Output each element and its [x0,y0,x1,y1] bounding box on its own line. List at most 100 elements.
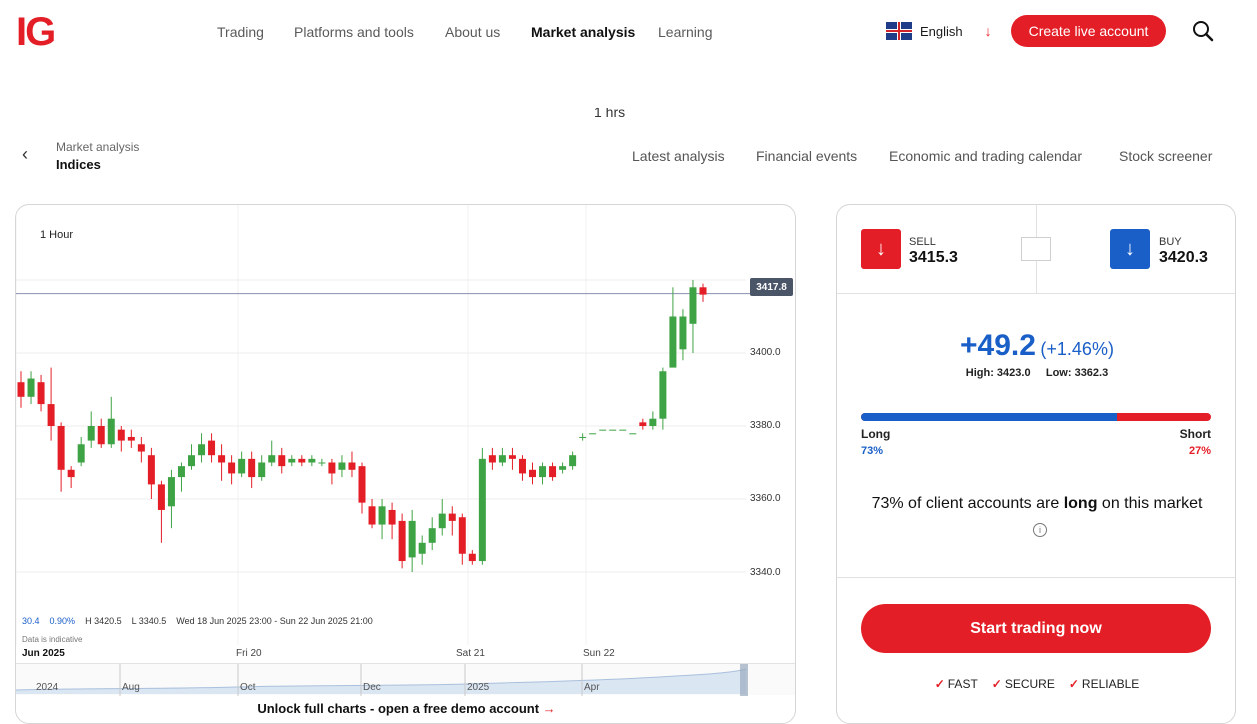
navigator-label: Dec [363,682,381,693]
candle-down [218,455,226,463]
candle-down [368,506,376,525]
short-label: Short [1179,427,1211,441]
sentiment-sentence: 73% of client accounts are long on this … [871,495,1203,537]
candle-up [77,444,85,463]
y-tick: 3340.0 [750,567,781,578]
x-label: Sat 21 [456,648,485,659]
sell-price: 3415.3 [909,249,958,266]
candle-up [378,506,386,525]
candle-down [398,520,406,562]
candle-up [318,462,326,464]
ig-logo[interactable]: IG [16,12,56,52]
deal-ticket: ↓ SELL 3415.3 ↓ BUY 3420.3 [837,205,1235,294]
unlock-charts-link[interactable]: Unlock full charts - open a free demo ac… [16,701,795,716]
language-selector[interactable]: English ↓ [886,22,992,40]
arrow-down-icon: ↓ [876,237,886,260]
daily-low: Low: 3362.3 [1045,367,1109,379]
navigator-label: 2024 [36,682,59,693]
price-change: +49.2 (+1.46%) [837,329,1235,363]
candle-up [177,466,185,478]
candle-down [67,469,75,478]
trade-panel: ↓ SELL 3415.3 ↓ BUY 3420.3 +49.2 (+1.46%… [836,204,1236,724]
candle-down [488,455,496,463]
sub-navigation: ‹ Market analysis Indices Latest analysi… [0,64,1257,172]
candle-down [448,513,456,521]
nav-market-analysis[interactable]: Market analysis [531,24,635,40]
navigator-label: 2025 [467,682,490,693]
feature-item: ✓ FAST [934,677,978,691]
x-label: Sun 22 [583,648,615,659]
nav-learning[interactable]: Learning [658,24,713,40]
arrow-right-icon: → [542,701,556,716]
daily-high: High: 3423.0 [965,367,1031,379]
chevron-left-icon[interactable]: ‹ [22,144,28,165]
sentiment-long-fill [861,413,1117,421]
sentiment-bar [861,413,1211,421]
stat-range: Wed 18 Jun 2025 23:00 - Sun 22 Jun 2025 … [176,616,373,626]
candle-down [248,458,256,478]
candlestick-chart[interactable] [16,205,796,724]
check-icon: ✓ [991,677,1002,691]
breadcrumb-parent[interactable]: Market analysis [56,140,139,154]
short-percent: 27% [1188,445,1211,457]
candle-up [589,433,597,435]
nav-about-us[interactable]: About us [445,24,500,40]
candle-up [649,418,657,426]
candle-down [57,426,65,470]
subnav-financial-events[interactable]: Financial events [756,148,857,164]
quantity-input[interactable] [1021,237,1051,261]
stat-change-pct: 0.90% [49,616,76,626]
candle-down [358,466,366,503]
candle-up [167,477,175,507]
x-label: Jun 2025 [22,648,65,659]
candle-up [238,458,246,474]
x-label: Fri 20 [236,648,262,659]
candle-up [559,466,567,470]
stat-change: 30.4 [22,616,40,626]
last-price-tag: 3417.8 [750,278,793,296]
feature-item: ✓ SECURE [991,677,1055,691]
navigator-label: Aug [122,682,140,693]
candle-up [579,436,587,438]
data-disclaimer: Data is indicative [22,635,83,644]
candle-up [679,316,687,350]
candle-up [669,316,677,368]
candle-up [107,418,115,445]
breadcrumb-current: Indices [56,157,101,172]
nav-trading[interactable]: Trading [217,24,264,40]
candle-down [699,287,707,295]
subnav-stock-screener[interactable]: Stock screener [1119,148,1212,164]
candle-up [539,466,547,478]
check-icon: ✓ [1068,677,1079,691]
check-icon: ✓ [934,677,945,691]
start-trading-button[interactable]: Start trading now [861,604,1211,653]
sell-label: SELL [909,236,936,248]
stat-high: H 3420.5 [85,616,122,626]
candle-down [208,440,216,456]
interval-label[interactable]: 1 Hour [40,229,73,241]
candle-up [619,429,627,431]
top-navigation: IG Trading Platforms and tools About us … [0,0,1257,64]
arrow-down-icon: ↓ [1125,237,1135,260]
candle-down [137,444,145,452]
sell-button[interactable]: ↓ [861,229,901,269]
price-chart-card[interactable]: 1 Hour 3417.8 3400.0 3380.0 3360.0 3340.… [15,204,796,724]
candle-down [388,509,396,525]
nav-platforms-and-tools[interactable]: Platforms and tools [294,24,414,40]
feature-item: ✓ RELIABLE [1068,677,1140,691]
candle-down [17,382,25,397]
candle-down [529,469,536,478]
create-live-account-button[interactable]: Create live account [1011,15,1166,47]
partial-text: 1 hrs [594,108,626,120]
y-tick: 3360.0 [750,493,781,504]
info-icon[interactable]: i [1033,523,1047,537]
candle-up [27,378,35,397]
buy-button[interactable]: ↓ [1110,229,1150,269]
feature-list: ✓ FAST ✓ SECURE ✓ RELIABLE [837,677,1235,691]
candle-up [438,513,446,529]
subnav-latest-analysis[interactable]: Latest analysis [632,148,725,164]
stat-low: L 3340.5 [131,616,167,626]
subnav-economic-calendar[interactable]: Economic and trading calendar [889,148,1082,164]
change-pct: (+1.46%) [1040,339,1114,359]
search-icon[interactable] [1192,20,1214,42]
